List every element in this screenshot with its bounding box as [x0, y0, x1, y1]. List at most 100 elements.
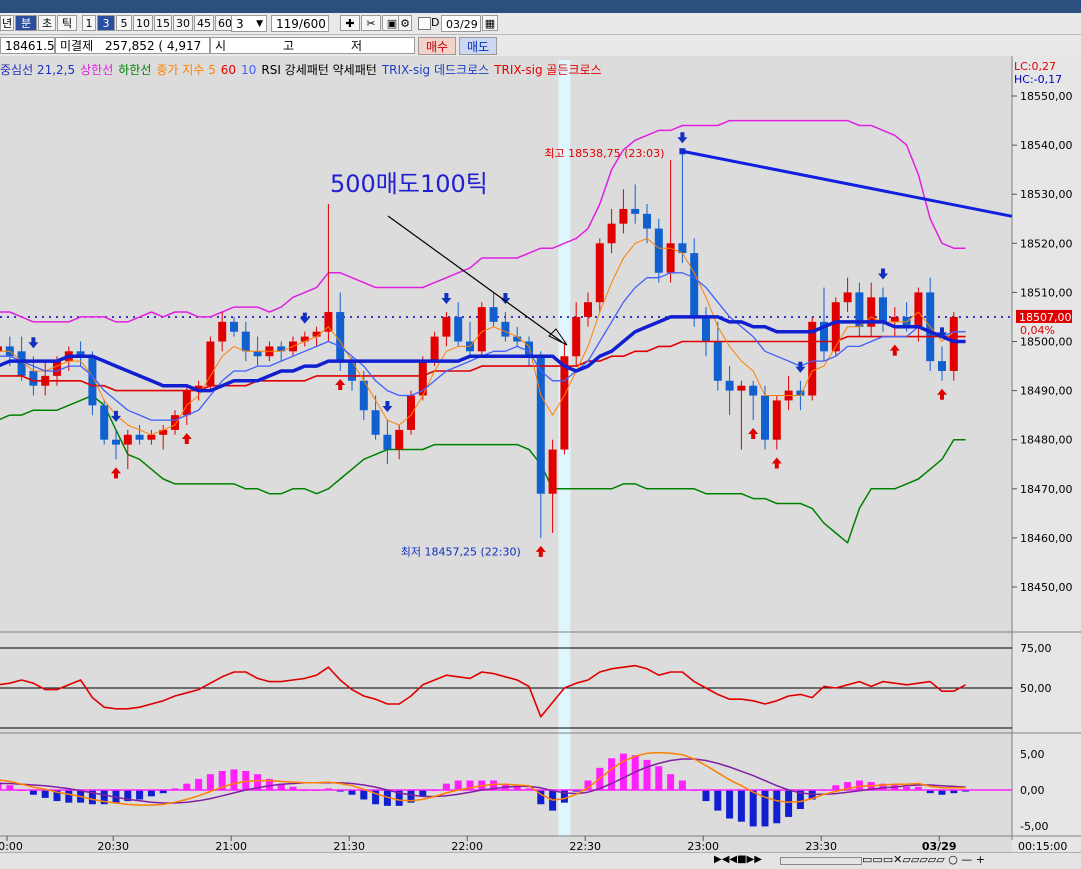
x-tick-label: 22:00: [451, 840, 483, 852]
candle-body: [654, 228, 663, 273]
unsettled-label: 미결제: [60, 39, 94, 53]
y-tick-label: 18460,00: [1020, 532, 1073, 545]
y-tick-label: 18520,00: [1020, 237, 1073, 250]
calendar-icon[interactable]: ▦: [482, 15, 498, 31]
lc-label: LC:0,27: [1014, 60, 1056, 73]
d-checkbox[interactable]: [418, 17, 431, 30]
candle-body: [607, 223, 616, 244]
trix-histogram-bar: [136, 790, 144, 800]
playback-controls-icon[interactable]: ▶◀◀■▶▶: [714, 854, 762, 865]
period-button[interactable]: 3: [97, 15, 115, 31]
trix-histogram-bar: [183, 783, 191, 790]
x-right-label: 00:15:00: [1018, 840, 1067, 852]
trix-histogram-bar: [749, 790, 757, 827]
gear-icon[interactable]: ⚙: [398, 15, 412, 31]
period-button[interactable]: 분: [15, 15, 37, 31]
period-button[interactable]: 45: [194, 15, 214, 31]
period-button[interactable]: 30: [173, 15, 193, 31]
candle-body: [643, 213, 651, 229]
quote-bar: 18461.50 미결제 257,852 ( 4,917 ) 시 고 저 매수 …: [0, 35, 1081, 70]
high-marker-label: 최고 18538,75 (23:03): [544, 147, 664, 160]
trix-histogram-bar: [714, 790, 722, 811]
candle-body: [737, 385, 746, 391]
date-field[interactable]: 03/29: [441, 15, 481, 32]
period-button[interactable]: 년: [0, 15, 14, 31]
trix-tick-label: 5,00: [1020, 748, 1045, 761]
interval-select[interactable]: 3 ▼: [231, 15, 267, 32]
candle-body: [253, 351, 262, 357]
period-button[interactable]: 10: [133, 15, 153, 31]
candle-body: [772, 400, 781, 440]
y-tick-label: 18540,00: [1020, 139, 1073, 152]
open-label: 시: [215, 39, 227, 53]
candle-body: [171, 415, 179, 430]
x-tick-label: 20:30: [97, 840, 129, 852]
ohl-field: 시 고 저: [210, 37, 415, 54]
scissors-icon[interactable]: ✂: [361, 15, 381, 31]
x-tick-label: 22:30: [569, 840, 601, 852]
chart-scroll-bar[interactable]: ▶◀◀■▶▶ ▭▭▭✕▱▱▱▱▱ ○ — +: [0, 852, 1081, 869]
x-tick-label: 23:30: [805, 840, 837, 852]
candle-body: [749, 385, 758, 396]
candle-body: [0, 346, 2, 352]
x-tick-label: 21:30: [333, 840, 365, 852]
candle-body: [536, 356, 545, 494]
period-button[interactable]: 5: [116, 15, 132, 31]
candle-body: [949, 316, 958, 371]
current-price-label: 18507,00: [1019, 311, 1072, 324]
y-tick-label: 18470,00: [1020, 483, 1073, 496]
candle-body: [489, 307, 498, 322]
candle-body: [206, 341, 215, 386]
legend-entry: 하한선: [118, 63, 152, 77]
candle-body: [230, 321, 238, 332]
period-button[interactable]: 초: [38, 15, 56, 31]
rsi-tick-label: 50,00: [1020, 682, 1052, 695]
trix-histogram-bar: [206, 774, 214, 790]
scroll-thumb[interactable]: [780, 857, 862, 865]
buy-button[interactable]: 매수: [418, 37, 456, 55]
legend-entry: RSI 강세패턴 약세패턴: [261, 63, 377, 77]
price-chart[interactable]: 18450,00 18460,00 18470,00 18480,00 18490,00…: [0, 56, 1081, 852]
x-tick-label: 20:00: [0, 840, 23, 852]
trix-histogram-bar: [643, 759, 651, 790]
low-marker-label: 최저 18457,25 (22:30): [401, 545, 521, 558]
interval-value: 3: [236, 17, 244, 31]
candle-body: [29, 370, 38, 386]
trix-histogram-bar: [702, 790, 710, 802]
y-tick-label: 18450,00: [1020, 581, 1073, 594]
legend-entry: 60: [220, 63, 237, 77]
trix-tick-label: 0,00: [1020, 784, 1045, 797]
candle-body: [560, 356, 569, 450]
trix-histogram-bar: [230, 769, 238, 790]
trix-histogram-bar: [726, 790, 734, 819]
trix-histogram-bar: [442, 783, 450, 790]
annotation-text: 500매도100틱: [330, 170, 488, 198]
candle-body: [241, 331, 250, 352]
y-tick-label: 18510,00: [1020, 286, 1073, 299]
candle-body: [383, 434, 392, 450]
trix-tick-label: -5,00: [1020, 820, 1048, 833]
y-tick-label: 18490,00: [1020, 385, 1073, 398]
period-button[interactable]: 15: [154, 15, 172, 31]
unsettled-field: 미결제 257,852 ( 4,917 ): [55, 37, 210, 70]
d-label: D: [431, 16, 440, 29]
crosshair-icon[interactable]: ✚: [340, 15, 360, 31]
trix-histogram-bar: [41, 790, 49, 798]
trix-histogram-bar: [619, 753, 627, 790]
period-button[interactable]: 틱: [57, 15, 77, 31]
candle-body: [619, 208, 628, 224]
rsi-tick-label: 75,00: [1020, 642, 1052, 655]
y-tick-label: 18500,00: [1020, 336, 1073, 349]
trix-histogram-bar: [419, 790, 427, 797]
legend-entry: 상한선: [80, 63, 114, 77]
period-button[interactable]: 1: [82, 15, 96, 31]
zoom-tools-icon[interactable]: ▭▭▭✕▱▱▱▱▱ ○ — +: [862, 853, 985, 866]
sell-button[interactable]: 매도: [459, 37, 497, 55]
price-field: 18461.50: [0, 37, 62, 54]
x-tick-label: 21:00: [215, 840, 247, 852]
candle-body: [879, 297, 887, 322]
y-tick-label: 18530,00: [1020, 188, 1073, 201]
y-tick-label: 18480,00: [1020, 434, 1073, 447]
candle-body: [477, 307, 486, 352]
count-field[interactable]: 119/600: [271, 15, 329, 32]
